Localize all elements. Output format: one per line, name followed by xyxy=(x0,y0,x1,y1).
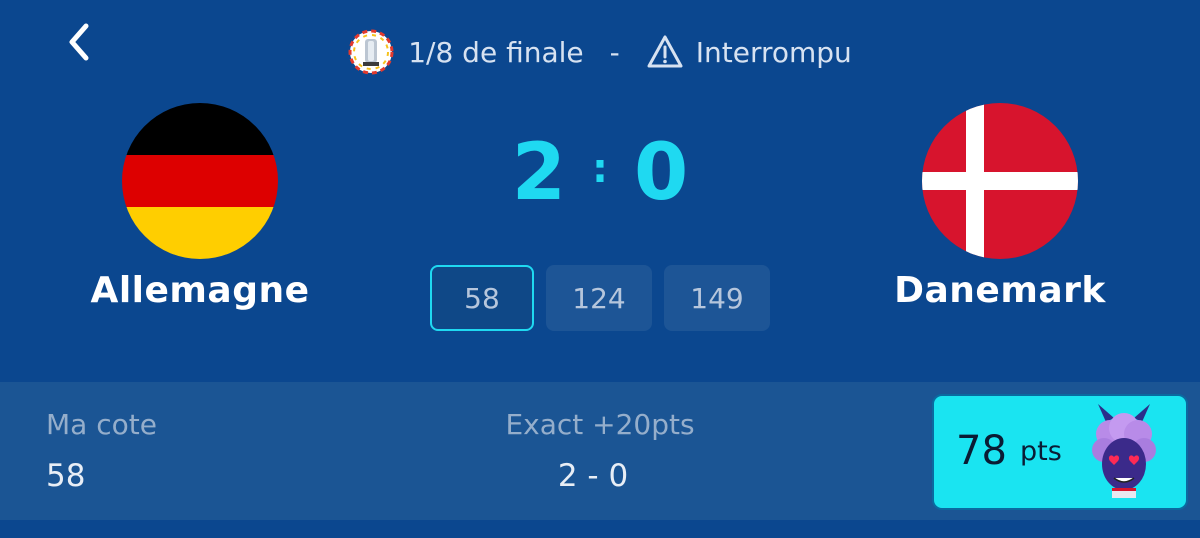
home-score: 2 xyxy=(511,128,566,218)
match-status: Interrompu xyxy=(695,35,852,69)
points-card[interactable]: 78 pts xyxy=(932,394,1188,510)
away-team-name: Danemark xyxy=(894,270,1106,311)
points-unit: pts xyxy=(1020,436,1062,467)
scoreboard: 2 : 0 xyxy=(0,128,1200,218)
avatar xyxy=(1092,404,1156,498)
trophy-icon xyxy=(348,29,394,75)
odds-selector: 58 124 149 xyxy=(430,265,770,331)
match-header: 1/8 de finale - Interrompu xyxy=(0,28,1200,76)
my-odds-value: 58 xyxy=(46,458,86,494)
exact-bonus-label: Exact +20pts xyxy=(505,408,695,441)
header-separator: - xyxy=(609,35,620,69)
score-separator: : xyxy=(592,146,608,192)
points-value: 78 xyxy=(956,428,1007,474)
my-odds-label: Ma cote xyxy=(46,408,157,441)
stage-label: 1/8 de finale xyxy=(408,35,584,69)
odd-draw-button[interactable]: 124 xyxy=(546,265,652,331)
warning-icon xyxy=(647,35,683,68)
odd-home-win-button[interactable]: 58 xyxy=(430,265,534,331)
exact-score-value: 2 - 0 xyxy=(557,458,629,494)
odd-away-win-button[interactable]: 149 xyxy=(664,265,770,331)
away-score: 0 xyxy=(634,128,689,218)
home-team-name: Allemagne xyxy=(90,270,310,311)
